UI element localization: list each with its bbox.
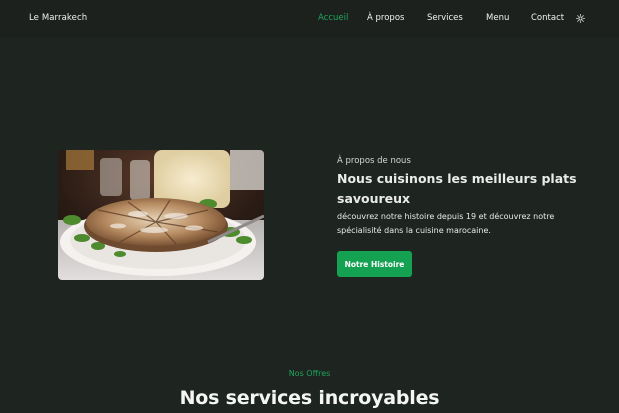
navbar: Le Marrakech Accueil À propos Services M… <box>0 0 619 38</box>
services-title: Nos services incroyables <box>179 387 440 409</box>
nav-link-accueil[interactable]: Accueil <box>318 13 348 23</box>
about-title: Nous cuisinons les meilleurs plats savou… <box>337 171 577 206</box>
nav-link-contact[interactable]: Contact <box>531 13 564 23</box>
sun-icon[interactable] <box>575 13 585 23</box>
about-description: découvrez notre histoire depuis 19 et dé… <box>337 212 555 235</box>
our-story-button[interactable]: Notre Histoire <box>337 251 412 277</box>
nav-link-services[interactable]: Services <box>427 13 463 23</box>
dish-image <box>58 150 264 280</box>
services-eyebrow: Nos Offres <box>288 369 331 378</box>
brand-logo[interactable]: Le Marrakech <box>29 13 87 23</box>
nav-link-a-propos[interactable]: À propos <box>367 13 404 23</box>
nav-link-menu[interactable]: Menu <box>486 13 509 23</box>
about-eyebrow: À propos de nous <box>337 156 411 166</box>
